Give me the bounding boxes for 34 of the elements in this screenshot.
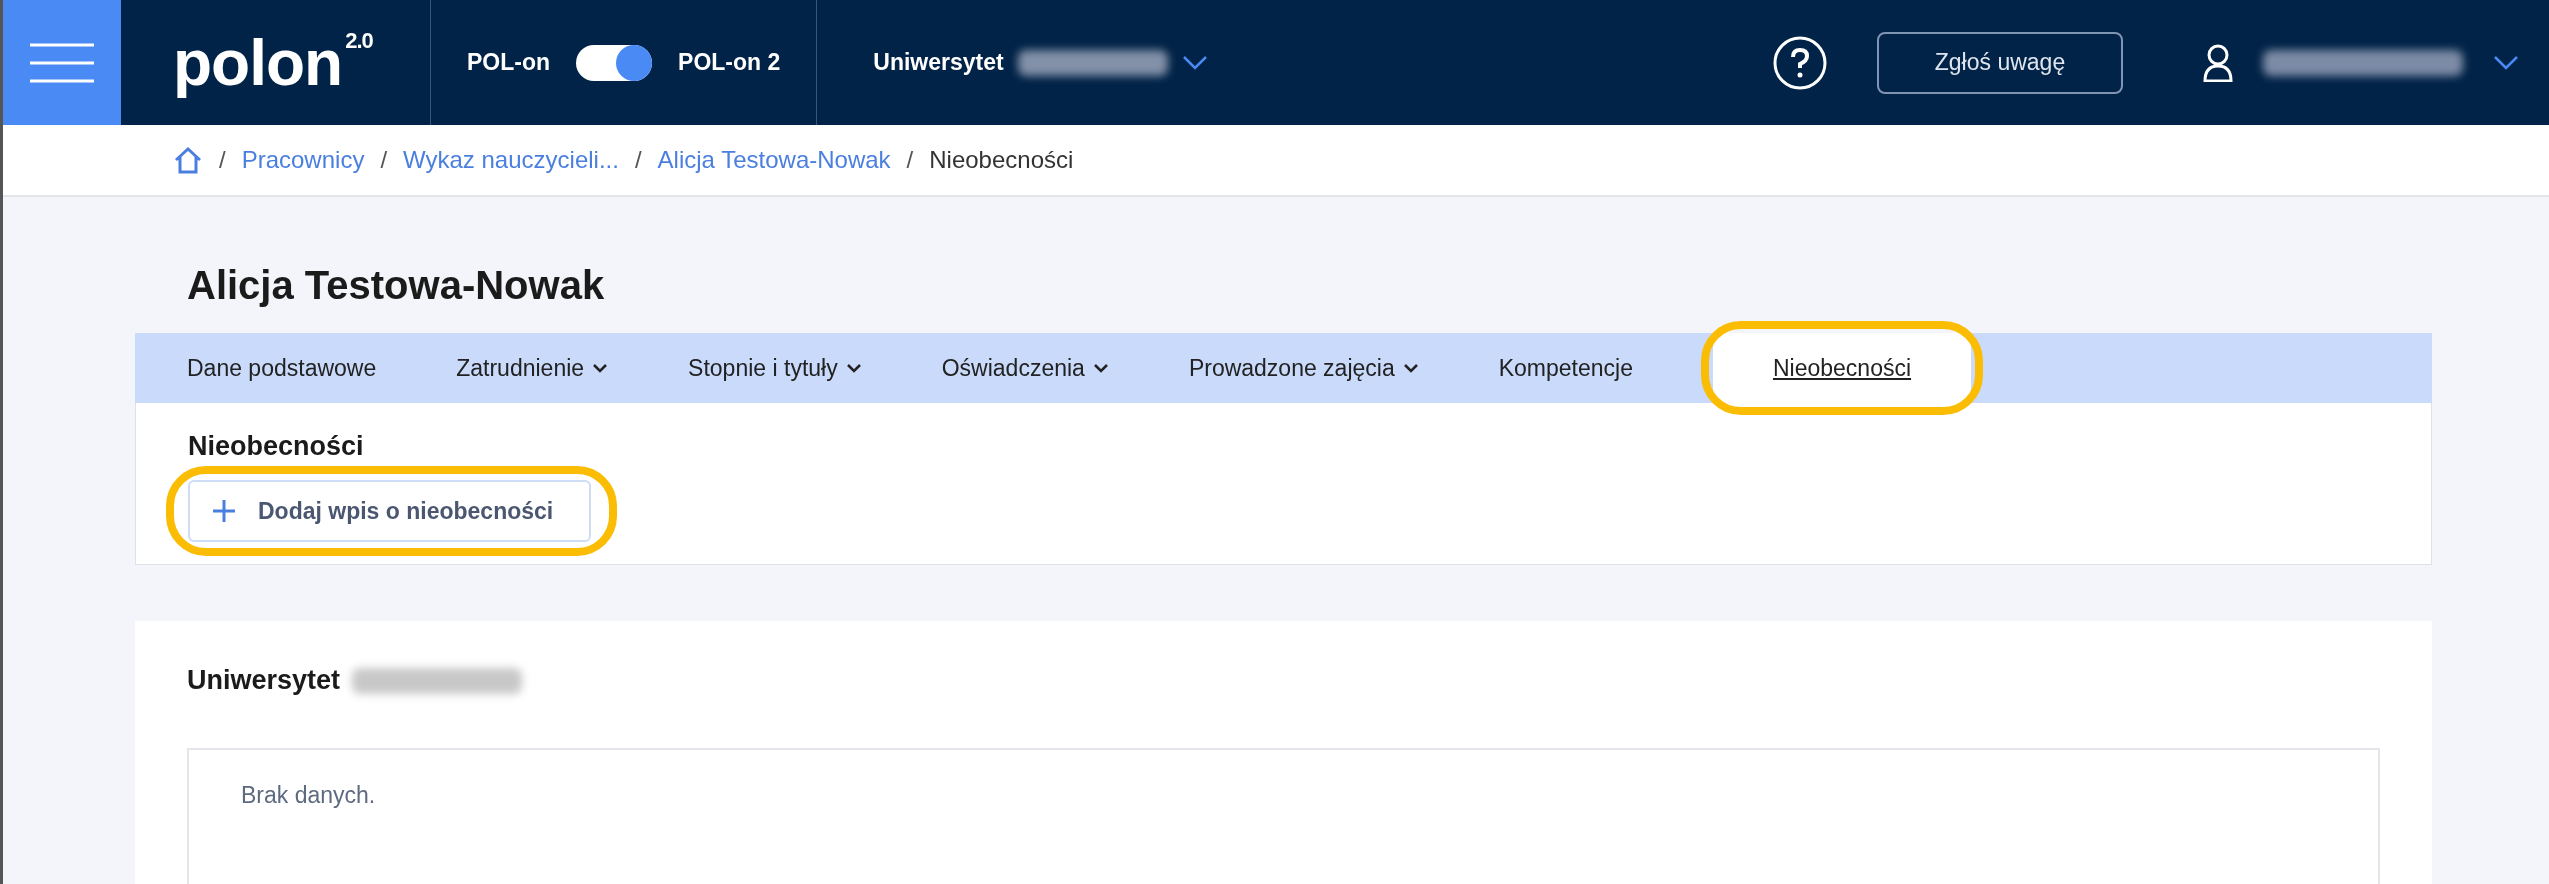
breadcrumb-link[interactable]: Alicja Testowa-Nowak xyxy=(657,146,891,174)
breadcrumb-separator: / xyxy=(634,146,642,174)
tab[interactable]: Zatrudnienie xyxy=(456,333,609,403)
feedback-button[interactable]: Zgłoś uwagę xyxy=(1877,31,2123,94)
tab[interactable]: Oświadczenia xyxy=(941,333,1109,403)
page-title: Alicja Testowa-Nowak xyxy=(186,262,606,309)
help-icon[interactable] xyxy=(1773,35,1827,90)
institution-title: Uniwersytet xyxy=(187,665,341,696)
university-name: Uniwersytet xyxy=(873,49,1004,76)
tab[interactable]: Prowadzone zajęcia xyxy=(1188,333,1419,403)
breadcrumb-separator: / xyxy=(219,146,226,174)
toggle-label: POL-on xyxy=(467,49,551,76)
user-icon[interactable] xyxy=(2203,43,2233,82)
menu-icon xyxy=(30,42,94,83)
chevron-down-icon[interactable] xyxy=(2493,54,2519,71)
breadcrumb-separator: / xyxy=(380,146,388,174)
menu-button[interactable] xyxy=(3,0,121,125)
toggle-label: POL-on 2 xyxy=(678,49,781,76)
toggle-switch[interactable] xyxy=(576,44,653,81)
chevron-down-icon[interactable] xyxy=(1181,54,1208,71)
breadcrumb-separator: / xyxy=(906,146,914,174)
page-location-text: Nieobecności xyxy=(929,146,1074,174)
tab[interactable]: Dane podstawowe xyxy=(187,333,377,403)
breadcrumb-link[interactable]: Wykaz nauczycieli... xyxy=(403,146,619,174)
home-icon[interactable] xyxy=(173,146,203,174)
plus-icon xyxy=(212,499,236,523)
tab[interactable]: Nieobecności xyxy=(1712,333,1972,403)
empty-message: Brak danych. xyxy=(241,782,376,808)
section-title: Nieobecności xyxy=(188,431,365,462)
tab[interactable]: Stopnie i tytuły xyxy=(688,333,862,403)
breadcrumb-link[interactable]: Pracownicy xyxy=(241,146,365,174)
add-absence-button[interactable]: Dodaj wpis o nieobecności xyxy=(188,480,592,542)
logo: polon$^{2.0}$ xyxy=(173,25,373,100)
tab[interactable]: Kompetencje xyxy=(1498,333,1633,403)
